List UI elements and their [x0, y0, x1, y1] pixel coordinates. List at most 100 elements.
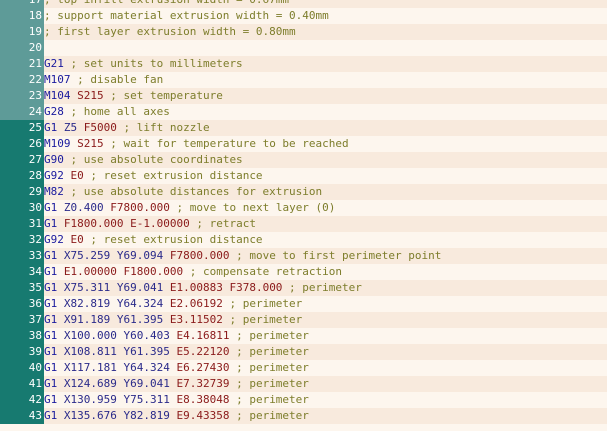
code-token: E2.06192	[169, 297, 223, 310]
line-number: 18	[0, 8, 44, 24]
code-token: Y82.819	[123, 409, 170, 422]
code-text[interactable]: G28 ; home all axes	[44, 104, 607, 120]
code-token: M107	[44, 73, 71, 86]
code-token: S215	[77, 89, 104, 102]
code-token: G1	[44, 249, 58, 262]
code-text[interactable]: M107 ; disable fan	[44, 72, 607, 88]
line-number: 38	[0, 328, 44, 344]
code-line[interactable]: 18; support material extrusion width = 0…	[0, 8, 607, 24]
code-line[interactable]: 23 M104 S215 ; set temperature	[0, 88, 607, 104]
code-text[interactable]: G90 ; use absolute coordinates	[44, 152, 607, 168]
code-token: ; set temperature	[103, 89, 223, 102]
code-token: G1	[44, 281, 58, 294]
code-line[interactable]: 32 G92 E0 ; reset extrusion distance	[0, 232, 607, 248]
code-text[interactable]: M109 S215 ; wait for temperature to be r…	[44, 136, 607, 152]
code-token: ; support material extrusion width = 0.4…	[44, 9, 329, 22]
code-token: F7800.000	[110, 201, 170, 214]
code-text[interactable]: G92 E0 ; reset extrusion distance	[44, 168, 607, 184]
gcode-editor[interactable]: 17; top infill extrusion width = 0.67mm1…	[0, 0, 607, 431]
code-token: G21	[44, 57, 64, 70]
code-text[interactable]: G1 F1800.000 E-1.00000 ; retract	[44, 216, 607, 232]
code-text[interactable]: G1 X75.311 Y69.041 E1.00883 F378.000 ; p…	[44, 280, 607, 296]
code-line[interactable]: 37 G1 X91.189 Y61.395 E3.11502 ; perimete…	[0, 312, 607, 328]
code-token: X91.189	[63, 313, 111, 326]
code-line[interactable]: 38 G1 X100.000 Y60.403 E4.16811 ; perimet…	[0, 328, 607, 344]
code-token: X82.819	[63, 297, 111, 310]
code-token: E9.43358	[176, 409, 230, 422]
code-token: ; retract	[189, 217, 256, 230]
code-line[interactable]: 19; first layer extrusion width = 0.80mm	[0, 24, 607, 40]
code-line[interactable]: 24 G28 ; home all axes	[0, 104, 607, 120]
code-text[interactable]: ; support material extrusion width = 0.4…	[44, 8, 607, 24]
code-text[interactable]: G1 X100.000 Y60.403 E4.16811 ; perimeter	[44, 328, 607, 344]
code-line[interactable]: 21 G21 ; set units to millimeters	[0, 56, 607, 72]
code-text[interactable]: G1 X75.259 Y69.094 F7800.000 ; move to f…	[44, 248, 607, 264]
code-token: ; move to first perimeter point	[229, 249, 442, 262]
code-token: ; set units to millimeters	[63, 57, 243, 70]
code-token: G92	[44, 169, 64, 182]
line-number: 29	[0, 184, 44, 200]
code-text[interactable]: M104 S215 ; set temperature	[44, 88, 607, 104]
code-text[interactable]: G1 X135.676 Y82.819 E9.43358 ; perimeter	[44, 408, 607, 424]
code-line[interactable]: 31 G1 F1800.000 E-1.00000 ; retract	[0, 216, 607, 232]
code-line[interactable]: 34 G1 E1.00000 F1800.000 ; compensate ret…	[0, 264, 607, 280]
code-text[interactable]: ; first layer extrusion width = 0.80mm	[44, 24, 607, 40]
code-line[interactable]: 25 G1 Z5 F5000 ; lift nozzle	[0, 120, 607, 136]
code-text[interactable]: G1 X82.819 Y64.324 E2.06192 ; perimeter	[44, 296, 607, 312]
code-line[interactable]: 40 G1 X117.181 Y64.324 E6.27430 ; perimet…	[0, 360, 607, 376]
code-token: G1	[44, 409, 58, 422]
code-text[interactable]: G1 X124.689 Y69.041 E7.32739 ; perimeter	[44, 376, 607, 392]
code-line[interactable]: 20	[0, 40, 607, 56]
code-text[interactable]: G1 Z5 F5000 ; lift nozzle	[44, 120, 607, 136]
code-token: ; home all axes	[63, 105, 170, 118]
code-token: Y69.041	[123, 377, 170, 390]
code-line[interactable]: 30 G1 Z0.400 F7800.000 ; move to next lay…	[0, 200, 607, 216]
code-token: ; reset extrusion distance	[83, 169, 263, 182]
code-line[interactable]: 22 M107 ; disable fan	[0, 72, 607, 88]
code-token: ; perimeter	[282, 281, 362, 294]
code-text[interactable]: G1 Z0.400 F7800.000 ; move to next layer…	[44, 200, 607, 216]
code-text[interactable]	[44, 40, 607, 56]
code-line[interactable]: 29 M82 ; use absolute distances for extru…	[0, 184, 607, 200]
line-number: 25	[0, 120, 44, 136]
code-line[interactable]: 42 G1 X130.959 Y75.311 E8.38048 ; perimet…	[0, 392, 607, 408]
code-line[interactable]: 39 G1 X108.811 Y61.395 E5.22120 ; perimet…	[0, 344, 607, 360]
code-token: ; reset extrusion distance	[83, 233, 263, 246]
code-text[interactable]: G21 ; set units to millimeters	[44, 56, 607, 72]
code-token: E0	[70, 233, 84, 246]
code-text[interactable]: ; top infill extrusion width = 0.67mm	[44, 0, 607, 8]
code-line[interactable]: 41 G1 X124.689 Y69.041 E7.32739 ; perimet…	[0, 376, 607, 392]
code-line[interactable]: 33 G1 X75.259 Y69.094 F7800.000 ; move to…	[0, 248, 607, 264]
code-token: E7.32739	[176, 377, 230, 390]
code-token: Y69.041	[116, 281, 164, 294]
code-text[interactable]: G1 X91.189 Y61.395 E3.11502 ; perimeter	[44, 312, 607, 328]
line-number: 24	[0, 104, 44, 120]
code-token: Y61.395	[123, 345, 170, 358]
code-line[interactable]: 36 G1 X82.819 Y64.324 E2.06192 ; perimete…	[0, 296, 607, 312]
code-line[interactable]: 35 G1 X75.311 Y69.041 E1.00883 F378.000 ;…	[0, 280, 607, 296]
code-line[interactable]: 27 G90 ; use absolute coordinates	[0, 152, 607, 168]
code-line[interactable]: 17; top infill extrusion width = 0.67mm	[0, 0, 607, 8]
code-text[interactable]: M82 ; use absolute distances for extrusi…	[44, 184, 607, 200]
code-text[interactable]: G1 X130.959 Y75.311 E8.38048 ; perimeter	[44, 392, 607, 408]
code-line[interactable]: 28 G92 E0 ; reset extrusion distance	[0, 168, 607, 184]
code-text[interactable]: G1 E1.00000 F1800.000 ; compensate retra…	[44, 264, 607, 280]
code-token: G92	[44, 233, 64, 246]
code-token: M82	[44, 185, 64, 198]
code-line[interactable]: 26 M109 S215 ; wait for temperature to be…	[0, 136, 607, 152]
code-line[interactable]: 43 G1 X135.676 Y82.819 E9.43358 ; perimet…	[0, 408, 607, 424]
line-number: 21	[0, 56, 44, 72]
code-token: G28	[44, 105, 64, 118]
code-text[interactable]: G1 X108.811 Y61.395 E5.22120 ; perimeter	[44, 344, 607, 360]
code-text[interactable]: G92 E0 ; reset extrusion distance	[44, 232, 607, 248]
code-token: ; first layer extrusion width = 0.80mm	[44, 25, 296, 38]
code-text[interactable]: G1 X117.181 Y64.324 E6.27430 ; perimeter	[44, 360, 607, 376]
